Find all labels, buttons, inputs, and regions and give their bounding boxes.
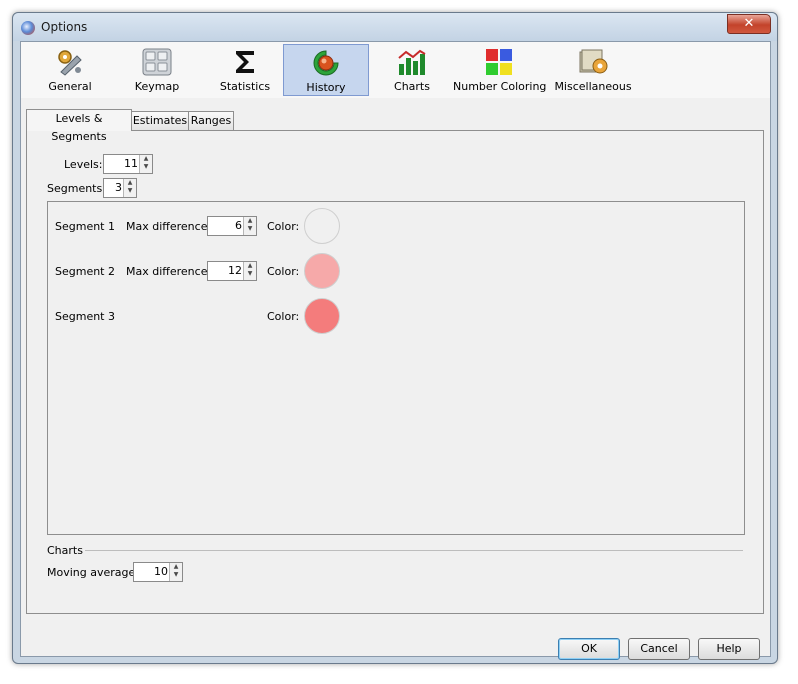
toolbar-label: Charts — [394, 80, 430, 93]
keyboard-icon — [142, 48, 172, 76]
levels-spinner[interactable]: 11 ▲ ▼ — [103, 154, 153, 174]
segment-3-label: Segment 3 — [55, 310, 115, 323]
segments-value: 3 — [115, 181, 122, 194]
toolbar-history[interactable]: History — [283, 44, 369, 96]
segment-2-max-label: Max difference: — [126, 265, 212, 278]
toolbar-charts[interactable]: Charts — [379, 44, 445, 94]
help-button[interactable]: Help — [698, 638, 760, 660]
segment-3-color-label: Color: — [267, 310, 300, 323]
moving-average-spinner[interactable]: 10 ▲ ▼ — [133, 562, 183, 582]
spinner-arrows-icon[interactable]: ▲ ▼ — [169, 563, 182, 581]
segment-2-label: Segment 2 — [55, 265, 115, 278]
spinner-arrows-icon[interactable]: ▲ ▼ — [243, 217, 256, 235]
close-icon: ✕ — [743, 16, 755, 31]
segment-1-max-value: 6 — [235, 219, 242, 232]
app-icon — [21, 21, 35, 35]
segments-box: Segment 1 Max difference: 6 ▲ ▼ Color: Se… — [47, 201, 745, 535]
levels-label: Levels: — [64, 158, 103, 171]
segment-2-color-swatch[interactable] — [304, 253, 340, 289]
history-icon — [313, 50, 339, 76]
segment-2-max-value: 12 — [228, 264, 242, 277]
ok-button[interactable]: OK — [558, 638, 620, 660]
toolbar-general[interactable]: General — [35, 44, 105, 94]
tab-ranges[interactable]: Ranges — [188, 111, 234, 130]
segment-1-max-spinner[interactable]: 6 ▲ ▼ — [207, 216, 257, 236]
options-window: Options ✕ General Keymap Statistics Hist… — [12, 12, 778, 664]
segment-3-color-swatch[interactable] — [304, 298, 340, 334]
toolbar-label: Statistics — [219, 80, 271, 93]
segment-2-color-label: Color: — [267, 265, 300, 278]
moving-average-value: 10 — [154, 565, 168, 578]
segment-1-label: Segment 1 — [55, 220, 115, 233]
toolbar-keymap[interactable]: Keymap — [121, 44, 193, 94]
spinner-arrows-icon[interactable]: ▲ ▼ — [123, 179, 136, 197]
toolbar-label: History — [306, 81, 346, 94]
spinner-arrows-icon[interactable]: ▲ ▼ — [139, 155, 152, 173]
toolbar-label: Number Coloring — [453, 80, 547, 93]
charts-separator — [85, 550, 743, 551]
segment-1-max-label: Max difference: — [126, 220, 212, 233]
window-title: Options — [41, 20, 88, 34]
tab-levels-segments[interactable]: Levels & Segments — [26, 109, 132, 143]
cancel-button[interactable]: Cancel — [628, 638, 690, 660]
segment-2-max-spinner[interactable]: 12 ▲ ▼ — [207, 261, 257, 281]
wrench-gear-icon — [58, 50, 82, 76]
dialog-body: General Keymap Statistics History Charts… — [20, 41, 771, 660]
bar-chart-icon — [398, 49, 426, 75]
moving-average-label: Moving average: — [47, 566, 139, 579]
segment-1-color-swatch[interactable] — [304, 208, 340, 244]
charts-section-label: Charts — [47, 544, 83, 557]
toolbar-label: Keymap — [134, 80, 180, 93]
toolbar-label: General — [48, 80, 92, 93]
segments-spinner[interactable]: 3 ▲ ▼ — [103, 178, 137, 198]
segment-1-color-label: Color: — [267, 220, 300, 233]
tab-estimates[interactable]: Estimates — [131, 111, 189, 130]
toolbar-number-coloring[interactable]: Number Coloring — [453, 44, 547, 94]
levels-value: 11 — [124, 157, 138, 170]
toolbar-label: Miscellaneous — [554, 80, 632, 93]
spinner-arrows-icon[interactable]: ▲ ▼ — [243, 262, 256, 280]
title-bar[interactable]: Options ✕ — [13, 13, 777, 41]
miscellaneous-gear-icon — [579, 49, 608, 74]
category-toolbar: General Keymap Statistics History Charts… — [21, 42, 770, 98]
close-button[interactable]: ✕ — [727, 14, 771, 34]
levels-segments-panel: Levels: 11 ▲ ▼ Segments: 3 ▲ ▼ Segment 1 M… — [26, 130, 764, 614]
toolbar-statistics[interactable]: Statistics — [207, 44, 283, 94]
toolbar-miscellaneous[interactable]: Miscellaneous — [549, 44, 637, 94]
color-squares-icon — [486, 49, 512, 75]
segments-label: Segments: — [47, 182, 106, 195]
sigma-icon — [236, 51, 254, 73]
